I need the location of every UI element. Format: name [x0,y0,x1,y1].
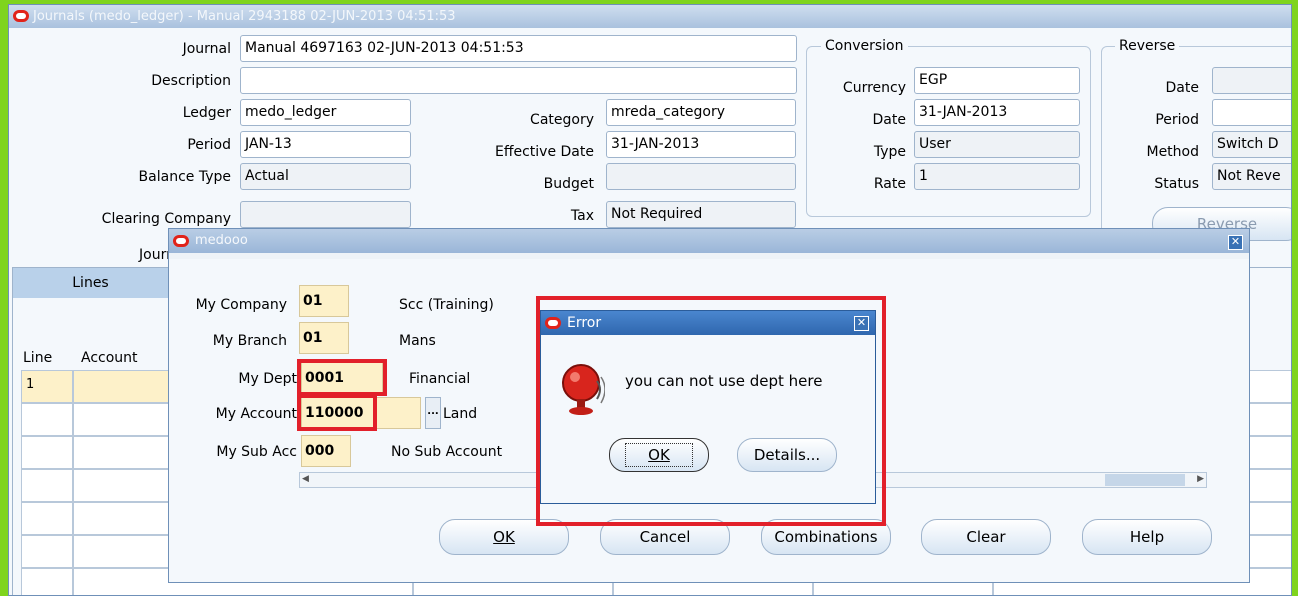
window-title: Journals (medo_ledger) - Manual 2943188 … [33,9,456,24]
period-label: Period [187,137,231,153]
alarm-bell-icon [562,364,605,415]
ok-label: OK [493,528,515,546]
ledger-label: Ledger [182,105,231,121]
error-titlebar: Error [541,311,875,335]
description-label: Description [151,73,231,89]
scroll-left-icon[interactable]: ◀ [302,474,309,484]
my-branch-desc: Mans [399,333,436,349]
currency-label: Currency [842,80,906,96]
close-icon[interactable]: ✕ [854,316,869,331]
my-sub-acc-desc: No Sub Account [391,444,503,460]
flexfield-title: medooo [195,233,248,248]
oracle-logo-icon [173,235,189,247]
reverse-title: Reverse [1115,37,1180,55]
conversion-title: Conversion [821,37,908,55]
my-account-desc: Land [443,406,478,422]
balance-type-field[interactable]: Actual [240,163,411,190]
my-dept-label: My Dept [238,371,297,387]
close-icon[interactable]: ✕ [1228,235,1243,250]
scroll-right-icon[interactable]: ▶ [1197,474,1204,484]
reverse-period-field[interactable] [1212,99,1291,126]
line-cell[interactable] [21,535,73,568]
line-cell[interactable] [21,568,73,595]
journal-label: Journal [182,41,231,57]
effective-date-field[interactable]: 31-JAN-2013 [606,131,796,158]
my-branch-label: My Branch [212,333,287,349]
category-label: Category [530,112,594,128]
dept-highlight [297,359,387,396]
reverse-date-label: Date [1165,80,1199,96]
line-cell[interactable] [21,469,73,502]
clear-button[interactable]: Clear [921,519,1051,555]
oracle-logo-icon [545,317,561,329]
my-sub-acc-field[interactable]: 000 [301,435,351,467]
flexfield-strip [169,253,1249,259]
my-branch-field[interactable]: 01 [299,322,349,354]
line-column-header: Line [23,350,53,366]
cancel-label: Cancel [639,528,691,546]
error-ok-button[interactable]: OK [609,438,709,472]
my-account-label: My Account [215,406,297,422]
category-field[interactable]: mreda_category [606,99,796,126]
clearing-company-field[interactable] [240,201,411,228]
effective-date-label: Effective Date [495,144,594,160]
reverse-status-label: Status [1154,176,1199,192]
conversion-type-field[interactable]: User [914,131,1080,158]
help-button[interactable]: Help [1082,519,1212,555]
combinations-label: Combinations [774,528,878,546]
period-field[interactable]: JAN-13 [240,131,411,158]
budget-field[interactable] [606,163,796,190]
oracle-logo-icon [13,10,29,22]
conversion-date-field[interactable]: 31-JAN-2013 [914,99,1080,126]
balance-type-label: Balance Type [138,169,231,185]
line-cell[interactable] [21,436,73,469]
my-company-desc: Scc (Training) [399,297,494,313]
rate-label: Rate [873,176,906,192]
my-company-label: My Company [195,297,287,313]
error-message: you can not use dept here [625,372,823,390]
clear-label: Clear [966,528,1006,546]
scroll-thumb[interactable] [1105,474,1185,486]
my-company-field[interactable]: 01 [299,285,349,317]
reverse-date-field[interactable] [1212,67,1291,94]
reverse-period-label: Period [1155,112,1199,128]
flexfield-titlebar: medooo [169,229,1249,253]
rate-field[interactable]: 1 [914,163,1080,190]
account-column-header: Account [81,350,138,366]
tax-label: Tax [570,208,594,224]
description-field[interactable] [240,67,797,94]
ledger-field[interactable]: medo_ledger [240,99,411,126]
reverse-method-field[interactable]: Switch D [1212,131,1291,158]
help-label: Help [1129,528,1165,546]
clearing-company-label: Clearing Company [101,211,231,227]
my-dept-desc: Financial [409,371,471,387]
line-cell[interactable] [21,403,73,436]
conversion-type-label: Type [873,144,906,160]
conversion-date-label: Date [872,112,906,128]
line-cell[interactable]: 1 [21,370,73,403]
details-label: Details... [753,446,821,464]
currency-field[interactable]: EGP [914,67,1080,94]
journal-field[interactable]: Manual 4697163 02-JUN-2013 04:51:53 [240,35,797,62]
tax-field[interactable]: Not Required [606,201,796,228]
line-cell[interactable] [21,502,73,535]
error-title: Error [567,315,602,331]
details-button[interactable]: Details... [737,438,837,472]
my-sub-acc-label: My Sub Acc [216,444,297,460]
account-highlight [297,394,377,431]
error-dialog: Error ✕ you can not use dept here OK Det… [540,310,876,504]
journals-titlebar: Journals (medo_ledger) - Manual 2943188 … [9,5,1291,28]
reverse-method-label: Method [1146,144,1199,160]
error-ok-label: OK [625,443,693,467]
reverse-status-field[interactable]: Not Reve [1212,163,1291,190]
tab-lines[interactable]: Lines [13,268,168,298]
lov-button[interactable]: ... [425,397,441,429]
budget-label: Budget [543,176,594,192]
